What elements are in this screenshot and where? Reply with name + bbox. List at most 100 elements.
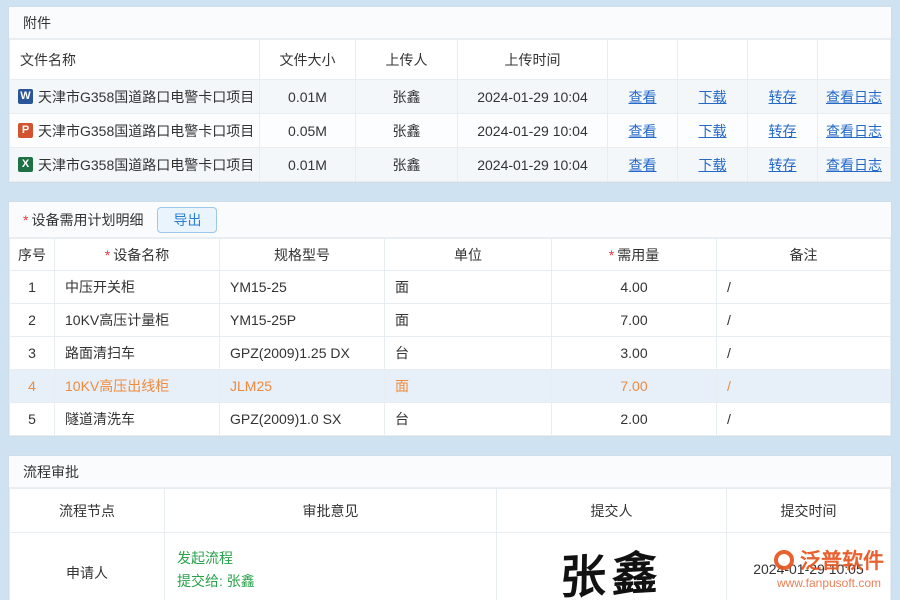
equipment-plan-header: * 设备需用计划明细 导出 — [9, 202, 891, 238]
attachment-row: P 天津市G358国道路口电警卡口项目 0.05M 张鑫 2024-01-29 … — [10, 114, 891, 148]
vendor-brand: 泛普软件 — [800, 545, 884, 575]
equipment-header-row: 序号 *设备名称 规格型号 单位 *需用量 备注 — [10, 239, 891, 271]
equipment-name: 路面清扫车 — [55, 337, 220, 370]
col-header-equipment-name: *设备名称 — [55, 239, 220, 271]
equipment-name: 隧道清洗车 — [55, 403, 220, 436]
view-link[interactable]: 查看 — [629, 157, 657, 173]
required-qty: 4.00 — [552, 271, 717, 304]
spec-model: GPZ(2009)1.25 DX — [220, 337, 385, 370]
col-header-remark: 备注 — [717, 239, 891, 271]
spec-model: GPZ(2009)1.0 SX — [220, 403, 385, 436]
page: 附件 文件名称 文件大小 上传人 上传时间 — [0, 0, 900, 600]
col-header-uploader: 上传人 — [356, 40, 458, 80]
equipment-name: 10KV高压出线柜 — [55, 370, 220, 403]
process-node: 申请人 — [10, 533, 165, 600]
equipment-row[interactable]: 5 隧道清洗车 GPZ(2009)1.0 SX 台 2.00 / — [10, 403, 891, 436]
equipment-name: 中压开关柜 — [55, 271, 220, 304]
download-link[interactable]: 下载 — [699, 123, 727, 139]
unit: 面 — [385, 271, 552, 304]
attachments-panel: 附件 文件名称 文件大小 上传人 上传时间 — [8, 6, 892, 183]
view-log-link[interactable]: 查看日志 — [826, 123, 882, 139]
signature: 张鑫 — [559, 536, 664, 600]
col-header-empty — [608, 40, 678, 80]
remark: / — [717, 304, 891, 337]
remark: / — [717, 271, 891, 304]
equipment-row[interactable]: 3 路面清扫车 GPZ(2009)1.25 DX 台 3.00 / — [10, 337, 891, 370]
approval-row: 申请人 发起流程 提交给: 张鑫 张鑫 2024-01-29 10:05 — [10, 533, 891, 600]
export-button[interactable]: 导出 — [157, 207, 217, 233]
upload-time: 2024-01-29 10:04 — [458, 80, 608, 114]
col-header-empty — [818, 40, 891, 80]
vendor-url: www.fanpusoft.com — [774, 576, 884, 590]
transfer-link[interactable]: 转存 — [769, 157, 797, 173]
view-link[interactable]: 查看 — [629, 123, 657, 139]
col-header-submit-time: 提交时间 — [727, 489, 891, 533]
upload-time: 2024-01-29 10:04 — [458, 114, 608, 148]
spec-model: YM15-25 — [220, 271, 385, 304]
approval-header-row: 流程节点 审批意见 提交人 提交时间 — [10, 489, 891, 533]
attachments-table: 文件名称 文件大小 上传人 上传时间 W 天津市G358国道路口电警卡口项目 0… — [9, 39, 891, 182]
unit: 面 — [385, 370, 552, 403]
unit: 台 — [385, 337, 552, 370]
col-header-unit: 单位 — [385, 239, 552, 271]
file-size: 0.05M — [260, 114, 356, 148]
approval-panel: 流程审批 流程节点 审批意见 提交人 提交时间 申请人 发起流程 提 — [8, 455, 892, 600]
word-file-icon: W — [18, 89, 33, 104]
attachment-row: W 天津市G358国道路口电警卡口项目 0.01M 张鑫 2024-01-29 … — [10, 80, 891, 114]
transfer-link[interactable]: 转存 — [769, 123, 797, 139]
equipment-plan-panel: * 设备需用计划明细 导出 序号 *设备名称 规格型号 单位 *需用量 备注 — [8, 201, 892, 437]
required-qty: 7.00 — [552, 370, 717, 403]
required-qty: 2.00 — [552, 403, 717, 436]
col-header-file-name: 文件名称 — [10, 40, 260, 80]
approval-table: 流程节点 审批意见 提交人 提交时间 申请人 发起流程 提交给: 张鑫 张鑫 — [9, 488, 891, 600]
required-qty: 7.00 — [552, 304, 717, 337]
row-index: 5 — [10, 403, 55, 436]
vendor-watermark: 泛普软件 www.fanpusoft.com — [774, 545, 884, 590]
equipment-row[interactable]: 2 10KV高压计量柜 YM15-25P 面 7.00 / — [10, 304, 891, 337]
approval-title: 流程审批 — [23, 462, 79, 482]
file-size: 0.01M — [260, 80, 356, 114]
required-mark: * — [105, 247, 110, 263]
row-index: 1 — [10, 271, 55, 304]
row-index: 2 — [10, 304, 55, 337]
uploader: 张鑫 — [356, 80, 458, 114]
ppt-file-icon: P — [18, 123, 33, 138]
submitter-cell: 张鑫 — [497, 533, 727, 600]
remark: / — [717, 337, 891, 370]
uploader: 张鑫 — [356, 114, 458, 148]
unit: 台 — [385, 403, 552, 436]
excel-file-icon: X — [18, 157, 33, 172]
opinion-line-start: 发起流程 — [177, 547, 496, 570]
download-link[interactable]: 下载 — [699, 89, 727, 105]
col-header-submitter: 提交人 — [497, 489, 727, 533]
row-index: 4 — [10, 370, 55, 403]
col-header-process-node: 流程节点 — [10, 489, 165, 533]
approval-opinion: 发起流程 提交给: 张鑫 — [165, 533, 497, 600]
file-name: 天津市G358国道路口电警卡口项目 — [38, 87, 254, 107]
view-link[interactable]: 查看 — [629, 89, 657, 105]
file-name: 天津市G358国道路口电警卡口项目 — [38, 155, 254, 175]
download-link[interactable]: 下载 — [699, 157, 727, 173]
equipment-name: 10KV高压计量柜 — [55, 304, 220, 337]
spec-model: JLM25 — [220, 370, 385, 403]
equipment-table: 序号 *设备名称 规格型号 单位 *需用量 备注 1 中压开关柜 YM15-25… — [9, 238, 891, 436]
transfer-link[interactable]: 转存 — [769, 89, 797, 105]
required-qty: 3.00 — [552, 337, 717, 370]
approval-header: 流程审批 — [9, 456, 891, 488]
attachments-title: 附件 — [23, 13, 51, 33]
col-header-approval-opinion: 审批意见 — [165, 489, 497, 533]
equipment-row[interactable]: 1 中压开关柜 YM15-25 面 4.00 / — [10, 271, 891, 304]
equipment-row-selected[interactable]: 4 10KV高压出线柜 JLM25 面 7.00 / — [10, 370, 891, 403]
fanpu-logo-icon — [774, 550, 794, 570]
file-size: 0.01M — [260, 148, 356, 182]
view-log-link[interactable]: 查看日志 — [826, 157, 882, 173]
col-header-spec-model: 规格型号 — [220, 239, 385, 271]
spec-model: YM15-25P — [220, 304, 385, 337]
unit: 面 — [385, 304, 552, 337]
upload-time: 2024-01-29 10:04 — [458, 148, 608, 182]
col-header-empty — [748, 40, 818, 80]
view-log-link[interactable]: 查看日志 — [826, 89, 882, 105]
uploader: 张鑫 — [356, 148, 458, 182]
col-header-index: 序号 — [10, 239, 55, 271]
attachments-header: 附件 — [9, 7, 891, 39]
